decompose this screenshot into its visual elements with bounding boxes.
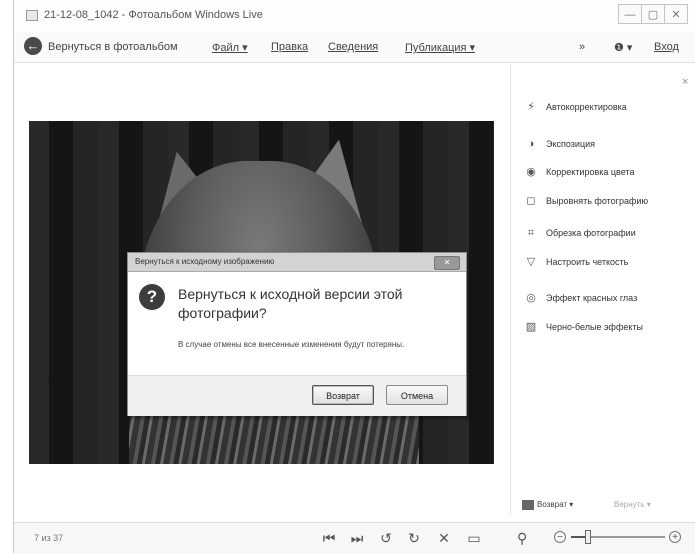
delete-icon[interactable]: ✕: [434, 528, 454, 548]
fix-item-5[interactable]: ▽ Настроить четкость: [524, 253, 629, 271]
photo-counter: 7 из 37: [34, 533, 64, 543]
fix-item-0[interactable]: ⚡ Автокорректировка: [524, 98, 627, 116]
rotate-left-icon[interactable]: ↺: [376, 528, 396, 548]
dialog-footer: Возврат Отмена: [128, 375, 466, 416]
fix-item-label: Настроить четкость: [546, 257, 629, 267]
title-bar: 21-12-08_1042 - Фотоальбом Windows Live …: [14, 0, 695, 30]
fix-item-label: Корректировка цвета: [546, 167, 635, 177]
publish-menu[interactable]: Публикация ▾: [405, 41, 475, 54]
file-menu[interactable]: Файл ▾: [212, 41, 248, 54]
zoom-out-button[interactable]: −: [554, 531, 566, 543]
panel-divider: [510, 64, 511, 514]
cancel-button[interactable]: Отмена: [386, 385, 448, 405]
zoom-slider[interactable]: [571, 530, 665, 544]
redo-label: Вернуть ▾: [614, 500, 651, 509]
photo-gallery-window: 21-12-08_1042 - Фотоальбом Windows Live …: [13, 0, 695, 554]
color-icon: ◉: [526, 166, 536, 178]
fix-item-3[interactable]: ◻ Выровнять фотографию: [524, 192, 648, 210]
rotate-right-icon[interactable]: ↻: [404, 528, 424, 548]
fix-item-label: Выровнять фотографию: [546, 196, 649, 206]
back-arrow-icon[interactable]: ←: [24, 37, 42, 55]
question-icon: ?: [139, 284, 165, 310]
zoom-in-button[interactable]: +: [669, 531, 681, 543]
back-to-gallery-button[interactable]: Вернуться в фотоальбом: [48, 41, 178, 53]
sharpen-icon: ▽: [526, 256, 536, 268]
command-bar: ← Вернуться в фотоальбом Файл ▾ Правка С…: [14, 32, 695, 63]
revert-confirm-button[interactable]: Возврат: [312, 385, 374, 405]
window-title: 21-12-08_1042 - Фотоальбом Windows Live: [44, 9, 263, 21]
slideshow-icon[interactable]: ▭: [464, 528, 484, 548]
help-button[interactable]: ❶ ▾: [614, 41, 632, 54]
fix-item-2[interactable]: ◉ Корректировка цвета: [524, 163, 634, 181]
fix-item-label: Черно-белые эффекты: [546, 322, 644, 332]
next-icon[interactable]: ⏭: [347, 528, 367, 548]
fix-menu[interactable]: Правка: [271, 41, 308, 53]
minimize-button[interactable]: —: [618, 4, 642, 24]
exposure-icon: ◑: [527, 138, 535, 150]
revert-icon: [522, 500, 534, 510]
dialog-title: Вернуться к исходному изображению: [135, 257, 275, 266]
info-menu[interactable]: Сведения: [328, 41, 378, 53]
fix-item-7[interactable]: ▨ Черно-белые эффекты: [524, 318, 643, 336]
fix-item-label: Автокорректировка: [546, 102, 627, 112]
sign-in-link[interactable]: Вход: [654, 41, 679, 53]
app-icon: [26, 10, 38, 21]
window-controls: — ▢ ✕: [618, 4, 688, 24]
revert-label: Возврат ▾: [537, 500, 574, 510]
previous-icon[interactable]: ⏮: [319, 528, 339, 548]
dialog-description: В случае отмены все внесенные изменения …: [178, 340, 405, 349]
magic-wand-icon: ⚡: [527, 101, 535, 113]
revert-dialog: Вернуться к исходному изображению ✕ ? Ве…: [127, 252, 467, 416]
revert-button[interactable]: Возврат ▾: [522, 500, 573, 510]
fix-item-1[interactable]: ◑ Экспозиция: [524, 135, 595, 153]
dialog-question: Вернуться к исходной версии этой фотогра…: [178, 286, 403, 321]
red-eye-icon: ◎: [526, 292, 536, 304]
zoom-icon[interactable]: ⚲: [517, 528, 527, 548]
straighten-icon: ◻: [526, 195, 536, 207]
fix-item-label: Обрезка фотографии: [546, 228, 636, 238]
maximize-button[interactable]: ▢: [641, 4, 665, 24]
fix-item-label: Эффект красных глаз: [546, 293, 638, 303]
more-chevron-icon[interactable]: »: [579, 41, 585, 53]
fix-item-6[interactable]: ◎ Эффект красных глаз: [524, 289, 637, 307]
dialog-title-bar: Вернуться к исходному изображению ✕: [128, 253, 466, 272]
bw-effects-icon: ▨: [525, 321, 537, 333]
fix-item-label: Экспозиция: [546, 139, 595, 149]
close-window-button[interactable]: ✕: [664, 4, 688, 24]
dialog-close-button[interactable]: ✕: [434, 256, 460, 270]
status-bar: 7 из 37 ⏮ ⏭ ↺ ↻ ✕ ▭ ⚲ − +: [14, 522, 695, 554]
zoom-slider-thumb[interactable]: [584, 530, 591, 544]
close-panel-icon[interactable]: ×: [682, 76, 688, 88]
fix-item-4[interactable]: ⌗ Обрезка фотографии: [524, 224, 636, 242]
redo-button[interactable]: Вернуть ▾: [614, 500, 651, 509]
crop-icon: ⌗: [527, 227, 535, 239]
